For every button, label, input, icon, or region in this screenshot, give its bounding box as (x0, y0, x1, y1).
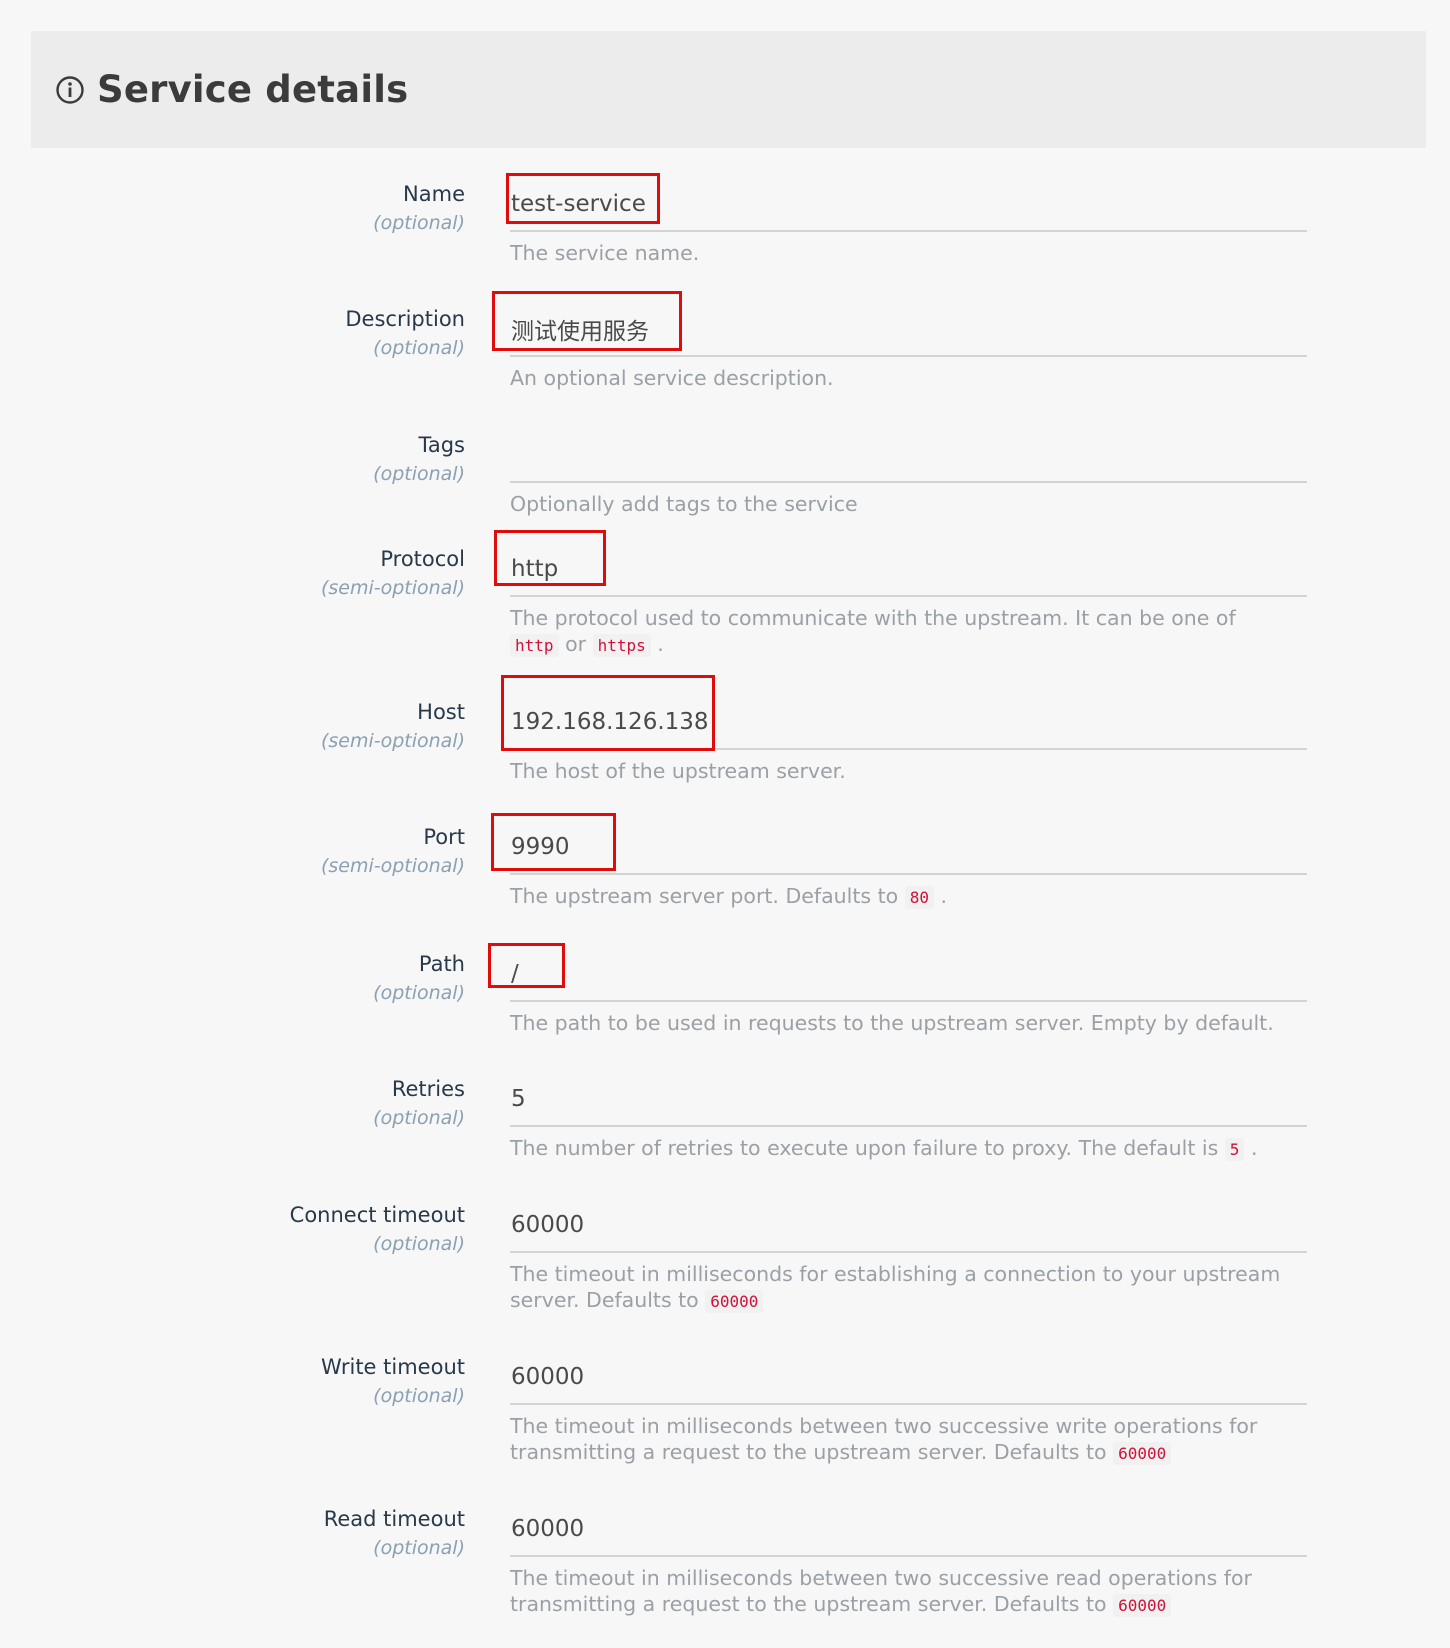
field-label-group: Description (optional) (165, 305, 465, 363)
field-label-group: Write timeout (optional) (165, 1353, 465, 1411)
tags-input[interactable] (510, 431, 1307, 483)
field-hint: (semi-optional) (320, 730, 465, 752)
help-text: or (565, 632, 587, 656)
retries-input[interactable] (510, 1075, 1307, 1127)
field-label-group: Tags (optional) (165, 431, 465, 489)
field-help: The timeout in milliseconds for establis… (510, 1261, 1290, 1315)
read-timeout-input[interactable] (510, 1505, 1307, 1557)
field-help: The timeout in milliseconds between two … (510, 1413, 1290, 1467)
field-body: The timeout in milliseconds for establis… (510, 1201, 1307, 1315)
field-body: Optionally add tags to the service (510, 431, 1307, 517)
field-help: The path to be used in requests to the u… (510, 1011, 1274, 1035)
code-read-timeout-default: 60000 (1113, 1594, 1172, 1617)
field-label: Connect timeout (289, 1203, 465, 1227)
field-label-group: Port (semi-optional) (165, 823, 465, 881)
field-hint: (optional) (373, 1107, 465, 1129)
port-input[interactable] (510, 823, 1307, 875)
field-label-group: Path (optional) (165, 950, 465, 1008)
field-help: The host of the upstream server. (510, 759, 846, 783)
field-help: The number of retries to execute upon fa… (510, 1135, 1290, 1163)
code-http: http (510, 634, 559, 657)
path-input[interactable] (510, 950, 1307, 1002)
field-hint: (optional) (373, 1233, 465, 1255)
code-https: https (592, 634, 651, 657)
panel-header: Service details (31, 31, 1426, 148)
field-help: The timeout in milliseconds between two … (510, 1565, 1290, 1619)
field-label: Retries (391, 1077, 465, 1101)
field-body: The protocol used to communicate with th… (510, 545, 1307, 659)
help-text: The protocol used to communicate with th… (510, 606, 1236, 630)
field-label: Name (403, 182, 465, 206)
field-body: The host of the upstream server. (510, 698, 1307, 784)
field-hint: (optional) (373, 1385, 465, 1407)
help-text: The upstream server port. Defaults to (510, 884, 899, 908)
field-hint: (optional) (373, 463, 465, 485)
field-hint: (optional) (373, 212, 465, 234)
field-label: Host (417, 700, 465, 724)
field-hint: (semi-optional) (320, 855, 465, 877)
field-body: The service name. (510, 180, 1307, 266)
field-label: Write timeout (321, 1355, 465, 1379)
host-input[interactable] (510, 698, 1307, 750)
help-text: . (657, 632, 664, 656)
code-write-timeout-default: 60000 (1113, 1442, 1172, 1465)
field-label-group: Name (optional) (165, 180, 465, 238)
field-hint: (optional) (373, 982, 465, 1004)
write-timeout-input[interactable] (510, 1353, 1307, 1405)
service-details-page: Service details Name (optional) The serv… (0, 0, 1450, 1648)
help-text: . (1250, 1136, 1258, 1160)
description-input[interactable] (510, 305, 1307, 357)
field-hint: (optional) (373, 337, 465, 359)
field-label-group: Read timeout (optional) (165, 1505, 465, 1563)
field-label: Tags (418, 433, 466, 457)
field-hint: (semi-optional) (320, 577, 465, 599)
code-retries-default: 5 (1224, 1138, 1245, 1161)
field-label: Read timeout (323, 1507, 465, 1531)
connect-timeout-input[interactable] (510, 1201, 1307, 1253)
field-label: Path (418, 952, 465, 976)
field-label-group: Host (semi-optional) (165, 698, 465, 756)
field-body: The upstream server port. Defaults to 80… (510, 823, 1307, 911)
field-help: Optionally add tags to the service (510, 492, 858, 516)
field-body: The timeout in milliseconds between two … (510, 1505, 1307, 1619)
panel-title: Service details (97, 68, 409, 111)
field-label: Protocol (380, 547, 465, 571)
code-port-default: 80 (904, 886, 934, 909)
info-circle-icon (55, 75, 85, 105)
protocol-input[interactable] (510, 545, 1307, 597)
help-text: . (940, 884, 948, 908)
field-label-group: Protocol (semi-optional) (165, 545, 465, 603)
field-hint: (optional) (373, 1537, 465, 1559)
field-label-group: Connect timeout (optional) (165, 1201, 465, 1259)
name-input[interactable] (510, 180, 1307, 232)
field-body: An optional service description. (510, 305, 1307, 391)
field-body: The path to be used in requests to the u… (510, 950, 1307, 1036)
field-help: The service name. (510, 241, 700, 265)
field-label: Port (423, 825, 465, 849)
field-body: The number of retries to execute upon fa… (510, 1075, 1307, 1163)
field-body: The timeout in milliseconds between two … (510, 1353, 1307, 1467)
field-label-group: Retries (optional) (165, 1075, 465, 1133)
field-help: An optional service description. (510, 366, 834, 390)
help-text: The number of retries to execute upon fa… (510, 1136, 1219, 1160)
code-connect-timeout-default: 60000 (705, 1290, 764, 1313)
field-help: The upstream server port. Defaults to 80… (510, 883, 1290, 911)
field-label: Description (345, 307, 465, 331)
field-help: The protocol used to communicate with th… (510, 605, 1290, 659)
help-text: The timeout in milliseconds for establis… (510, 1262, 1281, 1312)
